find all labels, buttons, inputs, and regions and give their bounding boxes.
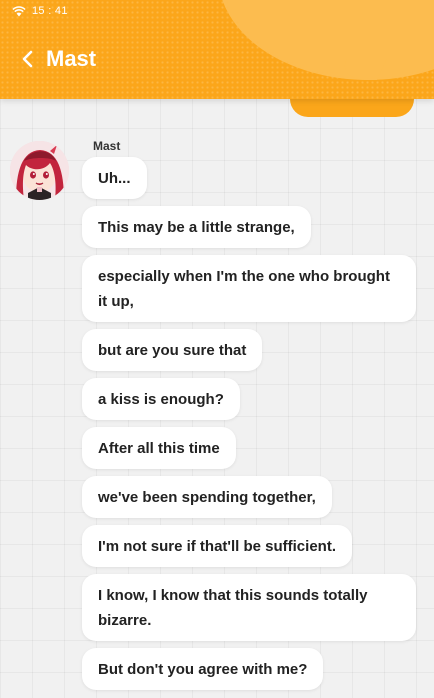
- message-bubble[interactable]: After all this time: [82, 427, 236, 469]
- message-bubble[interactable]: I know, I know that this sounds totally …: [82, 574, 416, 641]
- message-text: I know, I know that this sounds totally …: [98, 587, 368, 629]
- wifi-icon: [12, 5, 26, 17]
- chevron-left-icon: [21, 50, 33, 68]
- header-decoration: [218, 0, 434, 80]
- message-text: but are you sure that: [98, 341, 247, 359]
- message-bubble[interactable]: This may be a little strange,: [82, 206, 311, 248]
- chat-title: Mast: [46, 46, 97, 71]
- message-text: But don't you agree with me?: [98, 660, 308, 678]
- message-bubble[interactable]: Uh...: [82, 157, 147, 199]
- sender-name: Mast: [93, 139, 121, 153]
- message-bubble[interactable]: I'm not sure if that'll be sufficient.: [82, 525, 352, 567]
- message-text: After all this time: [98, 439, 220, 457]
- status-time: 15 : 41: [32, 5, 68, 17]
- message-bubble[interactable]: but are you sure that: [82, 329, 263, 371]
- back-button[interactable]: [16, 46, 38, 72]
- message-bubble[interactable]: a kiss is enough?: [82, 378, 240, 420]
- message-bubble[interactable]: we've been spending together,: [82, 476, 332, 518]
- message-bubble[interactable]: especially when I'm the one who brought …: [82, 255, 416, 322]
- message-text: I'm not sure if that'll be sufficient.: [98, 537, 336, 555]
- avatar[interactable]: [10, 141, 69, 200]
- message-text: especially when I'm the one who brought …: [98, 268, 390, 310]
- chat-header: 15 : 41 Mast: [0, 0, 434, 99]
- message-text: Uh...: [98, 169, 131, 187]
- message-text: This may be a little strange,: [98, 218, 295, 236]
- message-bubble[interactable]: But don't you agree with me?: [82, 648, 324, 690]
- status-bar: 15 : 41: [12, 3, 68, 19]
- message-text: we've been spending together,: [98, 488, 316, 506]
- message-text: a kiss is enough?: [98, 390, 224, 408]
